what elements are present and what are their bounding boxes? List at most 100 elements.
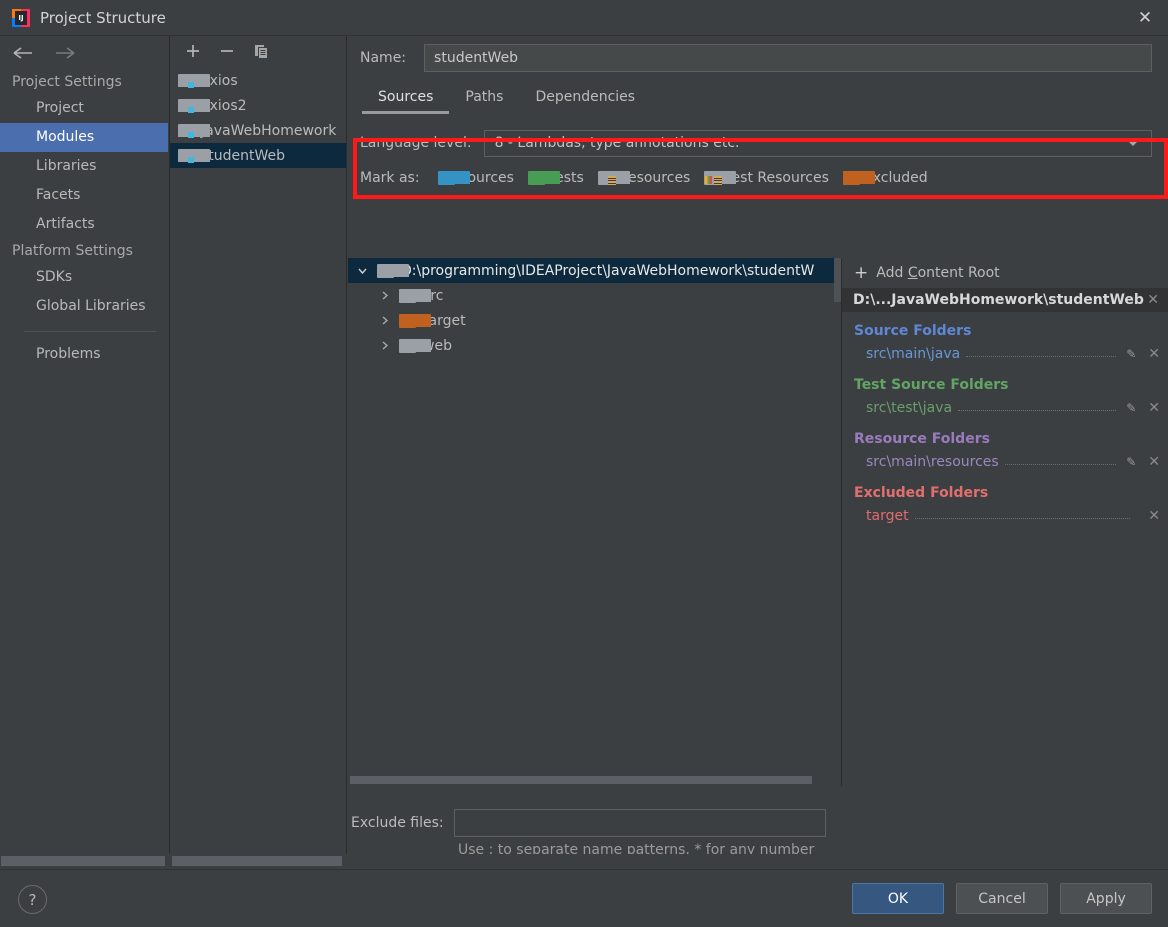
sidebar-item-problems[interactable]: Problems: [0, 340, 168, 369]
arrow-right-icon[interactable]: [52, 41, 78, 65]
tab-sources[interactable]: Sources: [362, 85, 450, 114]
table-row[interactable]: D:\programming\IDEAProject\JavaWebHomewo…: [348, 258, 841, 283]
chevron-right-icon[interactable]: [376, 313, 392, 329]
list-item[interactable]: axios: [170, 68, 346, 93]
detail-tabs: Sources Paths Dependencies: [348, 80, 1168, 114]
remove-icon[interactable]: ✕: [1140, 508, 1160, 524]
chevron-right-icon[interactable]: [376, 338, 392, 354]
sidebar-item-libraries[interactable]: Libraries: [0, 152, 168, 181]
mark-as-test-resources-label: est Resources: [731, 170, 829, 186]
excluded-folder-path: target: [866, 507, 909, 524]
sidebar-item-sdks[interactable]: SDKs: [0, 263, 168, 292]
tab-dependencies[interactable]: Dependencies: [519, 85, 651, 114]
source-folder-entry[interactable]: src\main\java ✎ ✕: [842, 341, 1168, 366]
mark-as-tests-button[interactable]: Tests: [527, 170, 584, 186]
cancel-button[interactable]: Cancel: [956, 883, 1048, 914]
test-source-folder-path: src\test\java: [866, 399, 953, 416]
chevron-down-icon[interactable]: [354, 263, 370, 279]
exclude-files-input[interactable]: [453, 809, 826, 837]
tree-vertical-scrollbar[interactable]: [834, 258, 841, 786]
table-row[interactable]: src: [348, 283, 841, 308]
dialog-buttons: OK Cancel Apply: [852, 883, 1152, 914]
remove-icon[interactable]: ✕: [1140, 346, 1160, 362]
module-folder-icon: [178, 74, 210, 88]
footer-divider: [0, 869, 1168, 870]
add-content-root-label-prefix: Add: [876, 265, 908, 281]
language-level-row: Language level: 8 - Lambdas, type annota…: [348, 122, 1168, 164]
list-item[interactable]: JavaWebHomework: [170, 118, 346, 143]
exclude-files-label: Exclude files:: [351, 815, 444, 831]
chevron-down-icon: [1127, 140, 1139, 146]
remove-icon[interactable]: ✕: [1140, 400, 1160, 416]
apply-button[interactable]: Apply: [1060, 883, 1152, 914]
resource-folder-entry[interactable]: src\main\resources ✎ ✕: [842, 449, 1168, 474]
table-row[interactable]: target: [348, 308, 841, 333]
sidebar-item-global-libraries[interactable]: Global Libraries: [0, 292, 168, 321]
modules-horizontal-scrollbar[interactable]: [172, 856, 342, 866]
mark-as-resources-label: esources: [627, 170, 691, 186]
language-level-value: 8 - Lambdas, type annotations etc.: [494, 135, 740, 151]
folder-icon: [377, 263, 409, 278]
module-name-row: Name:: [348, 36, 1168, 80]
nav-group-platform-settings: Platform Settings: [12, 243, 133, 259]
excluded-folder-entry[interactable]: target ✕: [842, 503, 1168, 528]
exclude-files-row: Exclude files:: [348, 806, 841, 840]
source-folders-title: Source Folders: [854, 323, 972, 339]
module-name-input[interactable]: [424, 44, 1152, 72]
sidebar-item-artifacts[interactable]: Artifacts: [0, 210, 168, 239]
sidebar-horizontal-scrollbar[interactable]: [1, 856, 165, 866]
resource-folders-title: Resource Folders: [854, 431, 990, 447]
dotted-leader: [1004, 455, 1117, 465]
test-source-folders-title: Test Source Folders: [854, 377, 1009, 393]
module-detail-panel: Name: Sources Paths Dependencies Languag…: [348, 36, 1168, 879]
resources-folder-icon: [597, 171, 630, 185]
copy-module-icon[interactable]: [252, 42, 270, 60]
list-item[interactable]: axios2: [170, 93, 346, 118]
edit-icon[interactable]: ✎: [1126, 455, 1136, 469]
remove-content-root-icon[interactable]: ✕: [1147, 292, 1159, 308]
edit-icon[interactable]: ✎: [1126, 401, 1136, 415]
nav-history-bar: [0, 36, 168, 70]
chevron-right-icon[interactable]: [376, 288, 392, 304]
excluded-folders-title: Excluded Folders: [854, 485, 989, 501]
edit-icon[interactable]: ✎: [1126, 347, 1136, 361]
mark-as-resources-button[interactable]: Resources: [597, 170, 691, 186]
tests-folder-icon: [527, 171, 560, 185]
sidebar-item-project[interactable]: Project: [0, 94, 168, 123]
sidebar-item-facets[interactable]: Facets: [0, 181, 168, 210]
sidebar-divider: [24, 331, 156, 332]
help-button[interactable]: ?: [18, 885, 47, 914]
resource-folder-path: src\main\resources: [866, 453, 999, 470]
plus-icon: +: [854, 263, 869, 283]
close-icon[interactable]: ✕: [1122, 0, 1168, 36]
mark-as-excluded-button[interactable]: Excluded: [842, 170, 928, 186]
sources-tree-area: D:\programming\IDEAProject\JavaWebHomewo…: [348, 258, 1168, 786]
tab-paths[interactable]: Paths: [449, 85, 519, 114]
window-title: Project Structure: [40, 9, 166, 27]
content-roots-panel: + Add Content Root D:\...JavaWebHomework…: [841, 258, 1168, 786]
remove-icon[interactable]: ✕: [1140, 454, 1160, 470]
sidebar-item-modules[interactable]: Modules: [0, 123, 168, 152]
source-folder-path: src\main\java: [866, 345, 961, 362]
test-source-folder-entry[interactable]: src\test\java ✎ ✕: [842, 395, 1168, 420]
table-row[interactable]: web: [348, 333, 841, 358]
list-item-selected[interactable]: studentWeb: [170, 143, 346, 168]
dotted-leader: [914, 509, 1131, 519]
module-folder-icon: [178, 149, 210, 163]
dotted-leader: [966, 347, 1117, 357]
language-level-select[interactable]: 8 - Lambdas, type annotations etc.: [483, 129, 1152, 157]
dotted-leader: [958, 401, 1117, 411]
mark-as-test-resources-button[interactable]: Test Resources: [704, 170, 829, 186]
add-content-root-button[interactable]: + Add Content Root: [842, 258, 1168, 288]
content-root-header: D:\...JavaWebHomework\studentWeb ✕: [842, 288, 1168, 312]
remove-module-icon[interactable]: [218, 42, 236, 60]
mark-as-sources-button[interactable]: Sources: [437, 170, 514, 186]
tree-horizontal-scrollbar[interactable]: [348, 774, 841, 786]
folder-icon: [399, 338, 431, 353]
mark-as-sources-label: ources: [467, 170, 514, 186]
ok-button[interactable]: OK: [852, 883, 944, 914]
add-module-icon[interactable]: [184, 42, 202, 60]
modules-panel: axios axios2 JavaWebHomework studentWeb: [169, 36, 347, 854]
title-bar: IJ Project Structure ✕: [0, 0, 1168, 36]
arrow-left-icon[interactable]: [10, 41, 36, 65]
